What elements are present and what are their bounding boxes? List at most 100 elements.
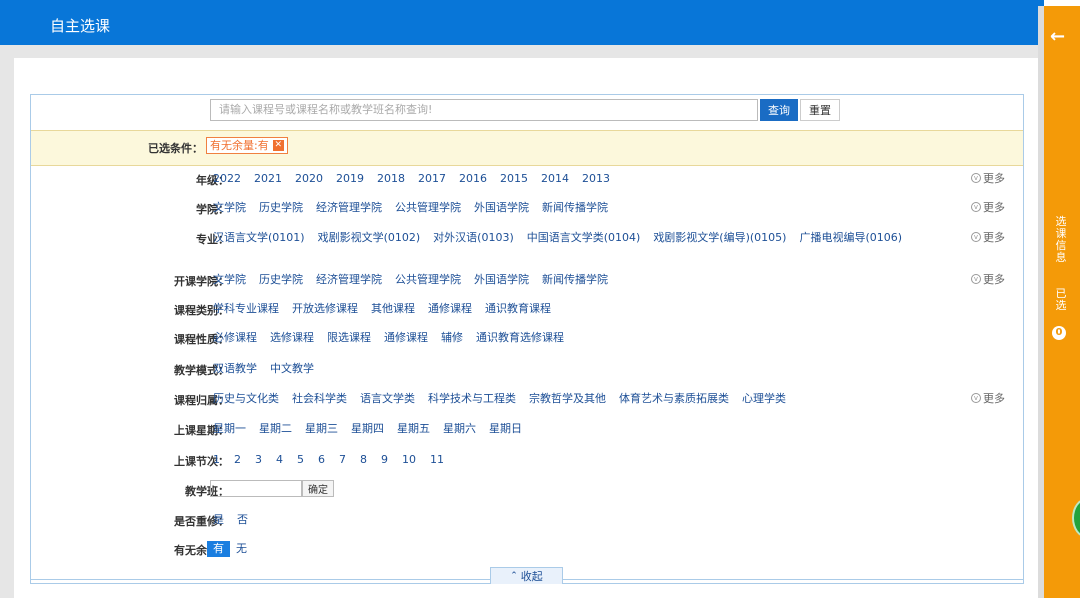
- option-link[interactable]: 中国语言文学类(0104): [527, 230, 641, 246]
- option-link[interactable]: 星期五: [397, 421, 430, 437]
- option-link[interactable]: 经济管理学院: [316, 200, 382, 216]
- option-link[interactable]: 2015: [500, 171, 528, 187]
- option-link[interactable]: 2022: [213, 171, 241, 187]
- option-link[interactable]: 外国语学院: [474, 272, 529, 288]
- sidebar-selected-label: 已选: [1055, 287, 1067, 312]
- option-link[interactable]: 星期四: [351, 421, 384, 437]
- option-link[interactable]: 文学院: [213, 200, 246, 216]
- option-link[interactable]: 外国语学院: [474, 200, 529, 216]
- search-input[interactable]: 请输入课程号或课程名称或教学班名称查询!: [210, 99, 758, 121]
- option-link[interactable]: 1: [213, 452, 220, 468]
- option-link[interactable]: 社会科学类: [292, 391, 347, 407]
- option-link[interactable]: 5: [297, 452, 304, 468]
- chevron-down-icon: v: [971, 274, 981, 284]
- filter-options: 文学院 历史学院 经济管理学院 公共管理学院 外国语学院 新闻传播学院: [213, 200, 973, 216]
- option-link[interactable]: 否: [237, 512, 248, 528]
- option-link[interactable]: 2018: [377, 171, 405, 187]
- option-link[interactable]: 星期二: [259, 421, 292, 437]
- option-link[interactable]: 经济管理学院: [316, 272, 382, 288]
- header-bar: 自主选课: [0, 0, 1044, 45]
- option-link[interactable]: 语言文学类: [360, 391, 415, 407]
- option-link[interactable]: 10: [402, 452, 416, 468]
- selected-tag[interactable]: 有无余量:有 ✕: [206, 137, 288, 154]
- option-link[interactable]: 戏剧影视文学(0102): [318, 230, 421, 246]
- option-link[interactable]: 选修课程: [270, 330, 314, 346]
- option-link[interactable]: 限选课程: [327, 330, 371, 346]
- option-link[interactable]: 6: [318, 452, 325, 468]
- option-link[interactable]: 通识教育课程: [485, 301, 551, 317]
- selected-tag-text: 有无余量:有: [210, 139, 269, 152]
- option-link-selected[interactable]: 有: [207, 541, 230, 557]
- arrow-left-icon[interactable]: ←: [1050, 26, 1065, 47]
- filter-options: 有 无: [207, 541, 967, 557]
- confirm-button[interactable]: 确定: [302, 480, 334, 497]
- option-link[interactable]: 历史学院: [259, 272, 303, 288]
- option-link[interactable]: 新闻传播学院: [542, 272, 608, 288]
- query-button[interactable]: 查询: [760, 99, 798, 121]
- option-link[interactable]: 广播电视编导(0106): [799, 230, 902, 246]
- more-label: 更多: [983, 231, 1005, 244]
- option-link[interactable]: 双语教学: [213, 361, 257, 377]
- more-button[interactable]: v 更多: [971, 390, 1005, 406]
- more-button[interactable]: v 更多: [971, 229, 1005, 245]
- option-link[interactable]: 开放选修课程: [292, 301, 358, 317]
- option-link[interactable]: 必修课程: [213, 330, 257, 346]
- reset-button[interactable]: 重置: [800, 99, 840, 121]
- option-link[interactable]: 戏剧影视文学(编导)(0105): [653, 230, 786, 246]
- option-link[interactable]: 通修课程: [428, 301, 472, 317]
- option-link[interactable]: 体育艺术与素质拓展类: [619, 391, 729, 407]
- option-link[interactable]: 2020: [295, 171, 323, 187]
- option-link[interactable]: 新闻传播学院: [542, 200, 608, 216]
- option-link[interactable]: 通识教育选修课程: [476, 330, 564, 346]
- filter-options: 双语教学 中文教学: [213, 361, 973, 377]
- filter-options: 1 2 3 4 5 6 7 8 9 10 11: [213, 452, 973, 468]
- option-link[interactable]: 历史与文化类: [213, 391, 279, 407]
- more-button[interactable]: v 更多: [971, 271, 1005, 287]
- option-link[interactable]: 3: [255, 452, 262, 468]
- option-link[interactable]: 文学院: [213, 272, 246, 288]
- option-link[interactable]: 星期三: [305, 421, 338, 437]
- option-link[interactable]: 公共管理学院: [395, 200, 461, 216]
- option-link[interactable]: 11: [430, 452, 444, 468]
- option-link[interactable]: 中文教学: [270, 361, 314, 377]
- more-label: 更多: [983, 392, 1005, 405]
- option-link[interactable]: 2017: [418, 171, 446, 187]
- more-button[interactable]: v 更多: [971, 199, 1005, 215]
- filter-options: 2022 2021 2020 2019 2018 2017 2016 2015 …: [213, 171, 973, 187]
- page-title: 自主选课: [50, 17, 111, 35]
- option-link[interactable]: 8: [360, 452, 367, 468]
- filter-options: 学科专业课程 开放选修课程 其他课程 通修课程 通识教育课程: [213, 301, 973, 317]
- selected-conditions-bar: 已选条件： 有无余量:有 ✕: [31, 130, 1023, 166]
- option-link[interactable]: 7: [339, 452, 346, 468]
- option-link[interactable]: 通修课程: [384, 330, 428, 346]
- teaching-class-input[interactable]: [210, 480, 302, 497]
- option-link[interactable]: 学科专业课程: [213, 301, 279, 317]
- option-link[interactable]: 2013: [582, 171, 610, 187]
- option-link[interactable]: 2016: [459, 171, 487, 187]
- option-link[interactable]: 公共管理学院: [395, 272, 461, 288]
- more-button[interactable]: v 更多: [971, 170, 1005, 186]
- option-link[interactable]: 星期一: [213, 421, 246, 437]
- option-link[interactable]: 心理学类: [742, 391, 786, 407]
- option-link[interactable]: 对外汉语(0103): [433, 230, 514, 246]
- option-link[interactable]: 星期日: [489, 421, 522, 437]
- option-link[interactable]: 2: [234, 452, 241, 468]
- option-link[interactable]: 汉语言文学(0101): [213, 230, 305, 246]
- option-link[interactable]: 其他课程: [371, 301, 415, 317]
- option-link[interactable]: 星期六: [443, 421, 476, 437]
- option-link[interactable]: 宗教哲学及其他: [529, 391, 606, 407]
- option-link[interactable]: 是: [213, 512, 224, 528]
- chevron-down-icon: v: [971, 232, 981, 242]
- option-link[interactable]: 辅修: [441, 330, 463, 346]
- option-link[interactable]: 4: [276, 452, 283, 468]
- option-link[interactable]: 2019: [336, 171, 364, 187]
- close-icon[interactable]: ✕: [272, 140, 284, 151]
- collapse-button[interactable]: ⌃ 收起: [490, 567, 563, 584]
- option-link[interactable]: 2014: [541, 171, 569, 187]
- option-link[interactable]: 2021: [254, 171, 282, 187]
- option-link[interactable]: 历史学院: [259, 200, 303, 216]
- search-row: 请输入课程号或课程名称或教学班名称查询! 查询 重置: [210, 99, 840, 121]
- option-link[interactable]: 9: [381, 452, 388, 468]
- option-link[interactable]: 无: [236, 541, 247, 557]
- option-link[interactable]: 科学技术与工程类: [428, 391, 516, 407]
